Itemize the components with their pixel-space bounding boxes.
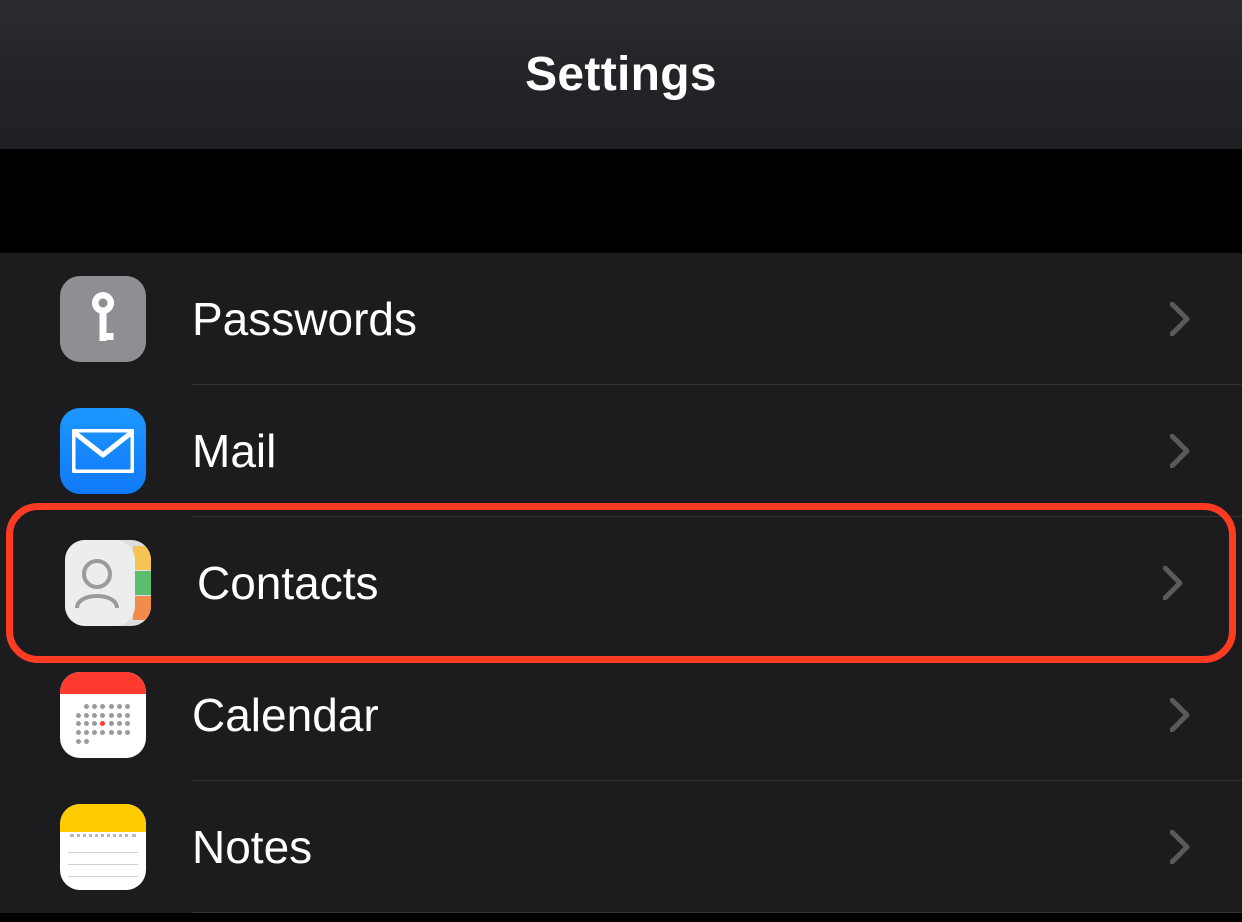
envelope-icon: [60, 408, 146, 494]
chevron-right-icon: [1170, 302, 1190, 336]
row-mail-label: Mail: [192, 424, 1170, 478]
page-title: Settings: [525, 47, 717, 102]
chevron-right-icon: [1170, 434, 1190, 468]
calendar-icon: [60, 672, 146, 758]
row-mail[interactable]: Mail: [0, 385, 1242, 517]
settings-header: Settings: [0, 0, 1242, 149]
notes-icon: [60, 804, 146, 890]
contacts-icon: [65, 540, 151, 626]
row-passwords-label: Passwords: [192, 292, 1170, 346]
row-calendar[interactable]: Calendar: [0, 649, 1242, 781]
row-contacts[interactable]: Contacts: [6, 503, 1236, 663]
row-notes-label: Notes: [192, 820, 1170, 874]
row-calendar-label: Calendar: [192, 688, 1170, 742]
row-contacts-label: Contacts: [197, 556, 1163, 610]
key-icon: [60, 276, 146, 362]
chevron-right-icon: [1163, 566, 1183, 600]
row-notes[interactable]: Notes: [0, 781, 1242, 913]
row-divider: [192, 912, 1242, 913]
row-passwords[interactable]: Passwords: [0, 253, 1242, 385]
chevron-right-icon: [1170, 830, 1190, 864]
settings-list: Passwords Mail: [0, 253, 1242, 913]
section-gap: [0, 149, 1242, 253]
chevron-right-icon: [1170, 698, 1190, 732]
